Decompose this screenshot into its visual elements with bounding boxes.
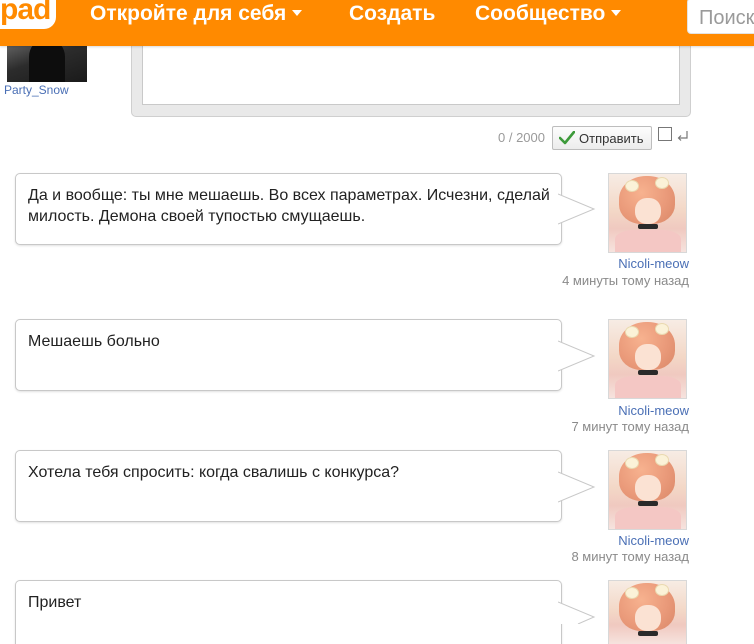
- author-avatar[interactable]: [608, 173, 687, 253]
- chevron-down-icon: [611, 10, 622, 16]
- avatar-figure: [29, 40, 65, 82]
- avatar-art: [625, 457, 639, 469]
- avatar-art: [635, 475, 661, 501]
- avatar-art: [635, 198, 661, 224]
- send-button[interactable]: Отправить: [552, 126, 652, 150]
- chevron-down-icon: [292, 10, 303, 16]
- send-button-label: Отправить: [579, 131, 644, 146]
- enter-to-send-checkbox[interactable]: [658, 127, 672, 141]
- nav-create-label: Создать: [349, 2, 436, 25]
- nav-community-label: Сообщество: [475, 2, 606, 25]
- message-time: 8 минут тому назад: [571, 549, 689, 564]
- search-placeholder: Поиск: [699, 7, 754, 29]
- top-nav-bar: pad Откройте для себя Создать Сообщество…: [0, 0, 754, 46]
- avatar-art: [615, 507, 681, 529]
- message-bubble: Хотела тебя спросить: когда свалишь с ко…: [15, 450, 562, 522]
- avatar-art: [625, 180, 639, 192]
- current-user-avatar[interactable]: [7, 40, 87, 82]
- logo-text: pad: [0, 0, 51, 26]
- bubble-tail: [558, 601, 596, 624]
- nav-create-link[interactable]: Создать: [349, 2, 435, 28]
- message-time: 4 минуты тому назад: [562, 273, 689, 288]
- bubble-tail: [558, 471, 596, 503]
- avatar-art: [635, 605, 661, 631]
- avatar-art: [625, 587, 639, 599]
- character-counter: 0 / 2000: [498, 130, 545, 145]
- author-avatar[interactable]: [608, 450, 687, 530]
- author-name[interactable]: Nicoli-meow: [540, 533, 689, 548]
- author-avatar[interactable]: [608, 319, 687, 399]
- message-bubble: Привет: [15, 580, 562, 644]
- avatar-art: [655, 177, 669, 189]
- author-avatar[interactable]: [608, 580, 687, 644]
- message-text: Мешаешь больно: [28, 333, 160, 350]
- avatar-art: [655, 584, 669, 596]
- avatar-art: [615, 230, 681, 252]
- avatar-art: [638, 501, 658, 506]
- nav-community-menu[interactable]: Сообщество: [475, 2, 622, 28]
- message-time: 7 минут тому назад: [571, 419, 689, 434]
- search-input[interactable]: Поиск: [687, 0, 754, 34]
- nav-discover-label: Откройте для себя: [90, 2, 287, 25]
- message-text: Привет: [28, 594, 82, 611]
- author-name[interactable]: Nicoli-meow: [540, 403, 689, 418]
- nav-discover-menu[interactable]: Откройте для себя: [90, 2, 303, 28]
- avatar-art: [615, 376, 681, 398]
- avatar-art: [655, 323, 669, 335]
- site-logo[interactable]: pad: [0, 0, 56, 29]
- message-bubble: Мешаешь больно: [15, 319, 562, 391]
- checkmark-icon: [559, 131, 575, 145]
- avatar-art: [655, 454, 669, 466]
- message-bubble: Да и вообще: ты мне мешаешь. Во всех пар…: [15, 173, 562, 245]
- message-text: Хотела тебя спросить: когда свалишь с ко…: [28, 464, 400, 481]
- avatar-art: [638, 370, 658, 375]
- current-user-name[interactable]: Party_Snow: [4, 83, 69, 97]
- enter-key-icon: [677, 131, 688, 141]
- avatar-art: [638, 224, 658, 229]
- bubble-tail: [558, 193, 596, 225]
- avatar-art: [625, 326, 639, 338]
- avatar-art: [638, 631, 658, 636]
- author-name[interactable]: Nicoli-meow: [540, 256, 689, 271]
- message-text: Да и вообще: ты мне мешаешь. Во всех пар…: [28, 187, 550, 225]
- bubble-tail: [558, 340, 596, 372]
- avatar-art: [635, 344, 661, 370]
